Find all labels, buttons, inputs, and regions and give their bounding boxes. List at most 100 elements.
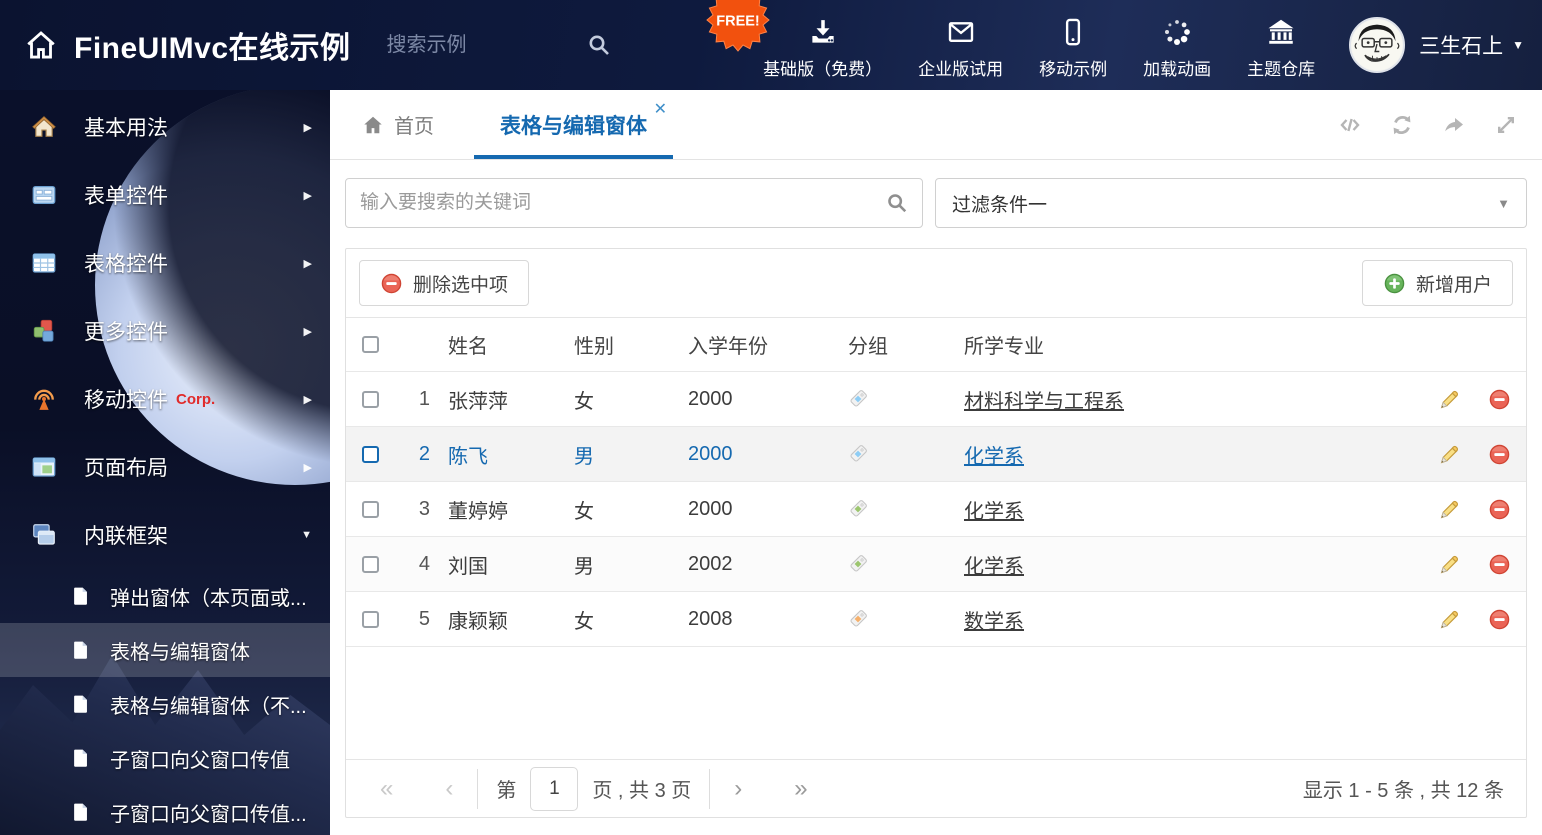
edit-row-button[interactable] [1438, 553, 1461, 576]
delete-selected-button[interactable]: 删除选中项 [359, 260, 530, 306]
edit-row-button[interactable] [1438, 498, 1461, 521]
sidebar-subitem-popup-window[interactable]: 弹出窗体（本页面或... [0, 569, 330, 623]
nav-basic-free[interactable]: FREE! 基础版（免费） [706, 0, 882, 80]
next-page-icon[interactable]: › [728, 776, 748, 801]
sidebar-subitem-grid-edit-window[interactable]: 表格与编辑窗体 [0, 623, 330, 677]
close-tab-icon[interactable]: ✕ [654, 102, 667, 118]
row-index: 1 [418, 387, 430, 410]
col-header-gender: 性别 [574, 336, 614, 358]
delete-row-button[interactable] [1488, 608, 1511, 631]
data-grid: 姓名 性别 入学年份 分组 所学专业 1 张萍萍 女 2000 材料科学与工程系… [346, 318, 1526, 817]
sidebar-item-basic[interactable]: 基本用法 ▶ [0, 93, 330, 161]
major-link[interactable]: 化学系 [964, 501, 1024, 523]
row-checkbox[interactable] [361, 445, 379, 463]
row-checkbox[interactable] [361, 555, 379, 573]
divider [477, 768, 479, 809]
cell-name: 刘国 [448, 555, 488, 578]
cell-year: 2008 [688, 607, 733, 630]
app-title: FineUIMvc在线示例 [74, 32, 351, 65]
nav-enterprise[interactable]: 企业版试用 [918, 11, 1003, 80]
filter-dropdown[interactable]: 过滤条件一 ▼ [935, 178, 1527, 228]
header-nav: FREE! 基础版（免费） 企业版试用 移动示例 加载动画 主题仓库 [706, 0, 1315, 80]
tag-icon [848, 499, 868, 519]
sidebar-item-grid[interactable]: 表格控件 ▶ [0, 229, 330, 297]
cell-gender: 女 [574, 390, 594, 413]
sidebar-subitem-child-to-parent-2[interactable]: 子窗口向父窗口传值... [0, 785, 330, 835]
table-row: 5 康颖颖 女 2008 数学系 [346, 592, 1526, 647]
nav-mobile-demo[interactable]: 移动示例 [1039, 11, 1107, 80]
sidebar-item-form[interactable]: 表单控件 ▶ [0, 161, 330, 229]
user-menu[interactable]: 三生石上 ▼ [1349, 17, 1524, 73]
sidebar-menu: 基本用法 ▶ 表单控件 ▶ 表格控件 ▶ 更多控件 ▶ 移动控件 Corp. ▶… [0, 90, 330, 835]
last-page-icon[interactable]: » [788, 776, 813, 801]
chevron-down-icon: ▼ [1497, 195, 1510, 211]
grid-header-row: 姓名 性别 入学年份 分组 所学专业 [346, 318, 1526, 372]
sidebar-item-mobile[interactable]: 移动控件 Corp. ▶ [0, 365, 330, 433]
page-prefix-label: 第 [496, 780, 517, 802]
delete-row-button[interactable] [1488, 553, 1511, 576]
home-icon [364, 116, 382, 133]
sidebar-item-iframe[interactable]: 内联框架 ▼ [0, 501, 330, 569]
search-icon[interactable] [587, 33, 611, 57]
tab-grid-edit-window[interactable]: 表格与编辑窗体 ✕ [474, 90, 673, 159]
major-link[interactable]: 材料科学与工程系 [964, 391, 1124, 413]
major-link[interactable]: 化学系 [964, 556, 1024, 578]
bank-icon [1266, 17, 1296, 47]
file-icon [70, 801, 92, 823]
keyword-search-input[interactable] [346, 192, 886, 214]
prev-page-icon[interactable]: ‹ [439, 776, 459, 801]
page-number-input[interactable] [530, 766, 579, 811]
record-summary: 显示 1 - 5 条 , 共 12 条 [1302, 780, 1504, 802]
row-index: 4 [418, 552, 430, 575]
row-index: 5 [418, 607, 430, 630]
row-checkbox[interactable] [361, 390, 379, 408]
nav-themes[interactable]: 主题仓库 [1247, 11, 1315, 80]
cell-gender: 男 [574, 555, 594, 578]
share-icon[interactable] [1442, 113, 1466, 137]
row-checkbox[interactable] [361, 610, 379, 628]
tab-bar: 首页 表格与编辑窗体 ✕ [330, 90, 1542, 160]
cell-gender: 女 [574, 500, 594, 523]
delete-row-button[interactable] [1488, 443, 1511, 466]
edit-row-button[interactable] [1438, 388, 1461, 411]
edit-row-button[interactable] [1438, 608, 1461, 631]
select-all-checkbox[interactable] [361, 336, 379, 353]
delete-row-button[interactable] [1488, 498, 1511, 521]
refresh-icon[interactable] [1390, 113, 1414, 137]
edit-row-button[interactable] [1438, 443, 1461, 466]
chevron-right-icon: ▶ [303, 461, 312, 474]
mobile-icon [1058, 17, 1088, 47]
nav-loading[interactable]: 加载动画 [1143, 11, 1211, 80]
tag-icon [848, 444, 868, 464]
search-icon[interactable] [886, 192, 908, 214]
header-search-input[interactable] [386, 33, 545, 57]
first-page-icon[interactable]: « [374, 776, 399, 801]
cell-name: 陈飞 [448, 445, 488, 468]
row-checkbox[interactable] [361, 500, 379, 518]
form-icon [30, 181, 58, 209]
sidebar-subitem-grid-edit-window-2[interactable]: 表格与编辑窗体（不... [0, 677, 330, 731]
view-source-icon[interactable] [1338, 113, 1362, 137]
row-index: 2 [418, 442, 430, 465]
col-header-group: 分组 [848, 336, 888, 358]
sidebar-item-more[interactable]: 更多控件 ▶ [0, 297, 330, 365]
major-link[interactable]: 数学系 [964, 611, 1024, 633]
grid-empty-space [346, 647, 1526, 759]
fullscreen-icon[interactable] [1494, 113, 1518, 137]
signal-icon [30, 385, 58, 413]
table-row: 4 刘国 男 2002 化学系 [346, 537, 1526, 592]
download-icon [808, 17, 838, 47]
sidebar-item-layout[interactable]: 页面布局 ▶ [0, 433, 330, 501]
delete-row-button[interactable] [1488, 388, 1511, 411]
major-link[interactable]: 化学系 [964, 446, 1024, 468]
add-user-button[interactable]: 新增用户 [1361, 260, 1513, 306]
sidebar-subitem-child-to-parent[interactable]: 子窗口向父窗口传值 [0, 731, 330, 785]
tab-home[interactable]: 首页 [352, 90, 444, 159]
user-name: 三生石上 [1419, 35, 1504, 58]
minus-circle-icon [380, 272, 403, 295]
tab-active-label: 表格与编辑窗体 [500, 114, 647, 138]
home-icon[interactable] [24, 28, 58, 62]
chevron-down-icon: ▼ [1512, 38, 1524, 52]
tab-home-label: 首页 [394, 116, 434, 138]
chevron-right-icon: ▶ [303, 393, 312, 406]
